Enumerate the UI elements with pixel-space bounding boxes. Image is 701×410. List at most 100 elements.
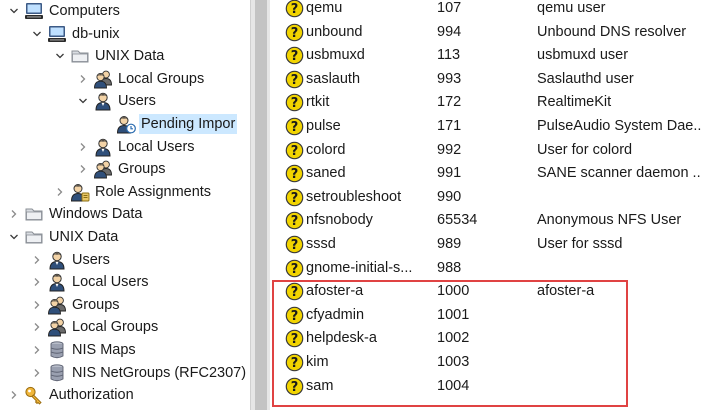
tree-node[interactable]: UNIX Data <box>52 45 166 67</box>
tree-node[interactable]: Local Groups <box>29 316 160 338</box>
collapse-chevron-icon[interactable] <box>6 226 22 248</box>
expand-chevron-icon[interactable] <box>75 158 91 180</box>
expand-chevron-icon[interactable] <box>6 203 22 225</box>
list-row[interactable]: ? saned 991 SANE scanner daemon ... <box>270 162 701 185</box>
user-icon <box>47 250 67 270</box>
user-name-cell: setroubleshoot <box>306 188 402 205</box>
tree-node-label: db-unix <box>72 25 120 42</box>
svg-text:?: ? <box>291 120 299 135</box>
list-row[interactable]: ? cfyadmin 1001 <box>270 304 701 327</box>
tree-node[interactable]: Role Assignments <box>52 181 213 203</box>
list-row[interactable]: ? helpdesk-a 1002 <box>270 327 701 350</box>
svg-text:?: ? <box>291 49 299 64</box>
tree-node[interactable]: Users <box>75 90 158 112</box>
tree-node[interactable]: Groups <box>29 294 122 316</box>
svg-text:?: ? <box>291 215 299 230</box>
description-cell <box>537 327 701 350</box>
unknown-user-icon: ? <box>285 0 304 18</box>
tree-node-label: UNIX Data <box>95 48 165 65</box>
collapse-chevron-icon[interactable] <box>52 45 68 67</box>
uid-cell: 172 <box>437 94 462 111</box>
description-cell <box>537 257 701 280</box>
list-row[interactable]: ? sssd 989 User for sssd <box>270 233 701 256</box>
user-name-cell: gnome-initial-s... <box>306 259 413 276</box>
list-row[interactable]: ? afoster-a 1000 afoster-a <box>270 280 701 303</box>
tree-node[interactable]: Users <box>29 249 112 271</box>
list-row[interactable]: ? sam 1004 <box>270 375 701 398</box>
user-name-cell: nfsnobody <box>306 212 373 229</box>
tree-node[interactable]: Groups <box>75 158 168 180</box>
expand-chevron-icon[interactable] <box>29 249 45 271</box>
uid-cell: 989 <box>437 236 462 252</box>
tree-node[interactable]: Local Users <box>75 136 197 158</box>
list-row[interactable]: ? unbound 994 Unbound DNS resolver <box>270 21 701 44</box>
list-row[interactable]: ? setroubleshoot 990 <box>270 186 701 209</box>
tree-node[interactable]: Local Groups <box>75 68 206 90</box>
list-row[interactable]: ? pulse 171 PulseAudio System Dae... <box>270 115 701 138</box>
description-cell: qemu user <box>537 0 606 16</box>
list-row[interactable]: ? colord 992 User for colord <box>270 139 701 162</box>
folder-icon <box>24 204 44 224</box>
expand-chevron-icon[interactable] <box>29 362 45 384</box>
uid-cell: 113 <box>437 47 461 64</box>
computer-icon <box>24 1 44 21</box>
expand-chevron-icon[interactable] <box>29 294 45 316</box>
list-row[interactable]: ? kim 1003 <box>270 351 701 374</box>
expand-chevron-icon[interactable] <box>29 316 45 338</box>
unknown-user-icon: ? <box>285 329 304 348</box>
uid-cell: 990 <box>437 188 462 205</box>
unknown-user-icon: ? <box>285 306 304 325</box>
svg-text:?: ? <box>291 333 299 348</box>
tree-node[interactable]: Pending Impor <box>98 113 238 135</box>
unknown-user-icon: ? <box>285 46 304 65</box>
tree-node[interactable]: NIS Maps <box>29 339 138 361</box>
expand-chevron-icon[interactable] <box>29 339 45 361</box>
tree-pane[interactable]: Computers db-unix UNIX Data Local Groups Use… <box>0 0 250 410</box>
folder-icon <box>24 227 44 247</box>
unknown-user-icon: ? <box>285 282 304 301</box>
list-row[interactable]: ? rtkit 172 RealtimeKit <box>270 91 701 114</box>
tree-node[interactable]: NIS NetGroups (RFC2307) <box>29 362 248 384</box>
svg-text:?: ? <box>291 73 299 88</box>
expand-chevron-icon[interactable] <box>75 68 91 90</box>
expand-chevron-icon[interactable] <box>6 384 22 406</box>
tree-node[interactable]: Windows Data <box>6 203 144 225</box>
list-row[interactable]: ? usbmuxd 113 usbmuxd user <box>270 44 701 67</box>
tree-node-label: Pending Impor <box>139 114 238 134</box>
tree-node[interactable]: UNIX Data <box>6 226 120 248</box>
list-row[interactable]: ? nfsnobody 65534 Anonymous NFS User <box>270 209 701 232</box>
group-icon <box>47 317 67 337</box>
list-row[interactable]: ? qemu 107 qemu user <box>270 0 701 20</box>
expand-chevron-icon[interactable] <box>29 271 45 293</box>
list-row[interactable]: ? saslauth 993 Saslauthd user <box>270 68 701 91</box>
svg-text:?: ? <box>291 309 299 324</box>
tree-node[interactable]: Local Users <box>29 271 151 293</box>
collapse-chevron-icon[interactable] <box>75 90 91 112</box>
description-cell: SANE scanner daemon ... <box>537 165 701 182</box>
tree-node-label: Windows Data <box>49 206 143 223</box>
collapse-chevron-icon[interactable] <box>6 0 22 22</box>
tree-node[interactable]: Computers <box>6 0 122 22</box>
unknown-user-icon: ? <box>285 93 304 112</box>
svg-text:?: ? <box>291 262 299 277</box>
collapse-chevron-icon[interactable] <box>29 23 45 45</box>
list-row[interactable]: ? gnome-initial-s... 988 <box>270 257 701 280</box>
description-cell <box>537 375 701 398</box>
tree-node-label: Computers <box>49 3 120 19</box>
database-icon <box>47 340 67 360</box>
description-cell: User for sssd <box>537 236 623 252</box>
user-name-cell: kim <box>306 354 329 370</box>
description-cell: usbmuxd user <box>537 47 629 64</box>
folder-icon <box>70 46 90 66</box>
expand-chevron-icon[interactable] <box>75 136 91 158</box>
tree-scrollbar[interactable] <box>250 0 270 410</box>
expand-chevron-icon[interactable] <box>52 181 68 203</box>
tree-node[interactable]: Authorization <box>6 384 136 406</box>
user-name-cell: unbound <box>306 23 363 40</box>
tree-node[interactable]: db-unix <box>29 23 122 45</box>
scrollbar-thumb[interactable] <box>255 0 267 410</box>
pending-user-icon <box>116 114 136 134</box>
computer-icon <box>47 24 67 44</box>
user-list-pane[interactable]: ? qemu 107 qemu user? unbound 994 Unbound DNS … <box>270 0 701 410</box>
uid-cell: 1003 <box>437 354 470 370</box>
